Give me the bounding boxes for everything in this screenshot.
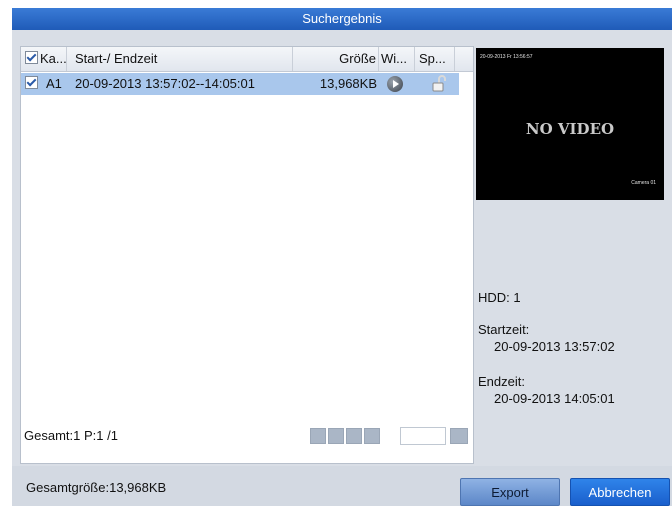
list-status: Gesamt:1 P:1 /1: [20, 424, 472, 448]
cancel-button[interactable]: Abbrechen: [570, 478, 670, 506]
hdd-info: HDD: 1: [478, 290, 521, 305]
header-channel[interactable]: Ka...: [21, 47, 67, 71]
start-time-value: 20-09-2013 13:57:02: [494, 339, 615, 354]
file-list: Ka... Start-/ Endzeit Größe Wi... Sp... …: [20, 46, 474, 464]
next-page-button[interactable]: [346, 428, 362, 444]
row-size: 13,968KB: [319, 76, 377, 91]
preview-timestamp: 20-09-2013 Fr 13:56:57: [480, 54, 533, 60]
row-checkbox[interactable]: [25, 76, 38, 89]
end-time-label: Endzeit:: [478, 374, 525, 389]
search-result-dialog: Suchergebnis Ka... Start-/ Endzeit Größe…: [12, 8, 672, 506]
select-all-checkbox[interactable]: [25, 51, 38, 64]
header-size[interactable]: Größe: [293, 47, 379, 71]
no-video-label: NO VIDEO: [525, 120, 615, 138]
go-page-button[interactable]: [450, 428, 468, 444]
dialog-title: Suchergebnis: [12, 8, 672, 30]
row-channel-label: A1: [46, 76, 62, 91]
prev-page-button[interactable]: [328, 428, 344, 444]
list-header: Ka... Start-/ Endzeit Größe Wi... Sp...: [21, 47, 473, 72]
total-size: Gesamtgröße:13,968KB: [26, 480, 167, 495]
end-time-value: 20-09-2013 14:05:01: [494, 391, 615, 406]
end-time-info: Endzeit: 20-09-2013 14:05:01: [478, 374, 615, 406]
table-row[interactable]: A1 20-09-2013 13:57:02--14:05:01 13,968K…: [21, 73, 459, 95]
preview-camera-label: Camera 01: [631, 180, 656, 186]
unlocked-icon[interactable]: [431, 75, 447, 93]
header-channel-label: Ka...: [40, 51, 67, 66]
page-number-input[interactable]: [400, 427, 446, 445]
video-preview: 20-09-2013 Fr 13:56:57 NO VIDEO Camera 0…: [476, 48, 664, 200]
play-icon[interactable]: [387, 76, 403, 92]
start-time-label: Startzeit:: [478, 322, 530, 337]
header-lock[interactable]: Sp...: [415, 47, 455, 71]
start-time-info: Startzeit: 20-09-2013 13:57:02: [478, 322, 615, 354]
page-summary: Gesamt:1 P:1 /1: [24, 428, 118, 443]
export-button[interactable]: Export: [460, 478, 560, 506]
first-page-button[interactable]: [310, 428, 326, 444]
header-play[interactable]: Wi...: [379, 47, 415, 71]
header-time[interactable]: Start-/ Endzeit: [67, 47, 293, 71]
row-time: 20-09-2013 13:57:02--14:05:01: [75, 76, 255, 91]
row-channel: A1: [25, 73, 62, 95]
footer-bar: Gesamtgröße:13,968KB Export Abbrechen: [12, 466, 672, 506]
last-page-button[interactable]: [364, 428, 380, 444]
screen: Suchergebnis Ka... Start-/ Endzeit Größe…: [0, 0, 672, 506]
